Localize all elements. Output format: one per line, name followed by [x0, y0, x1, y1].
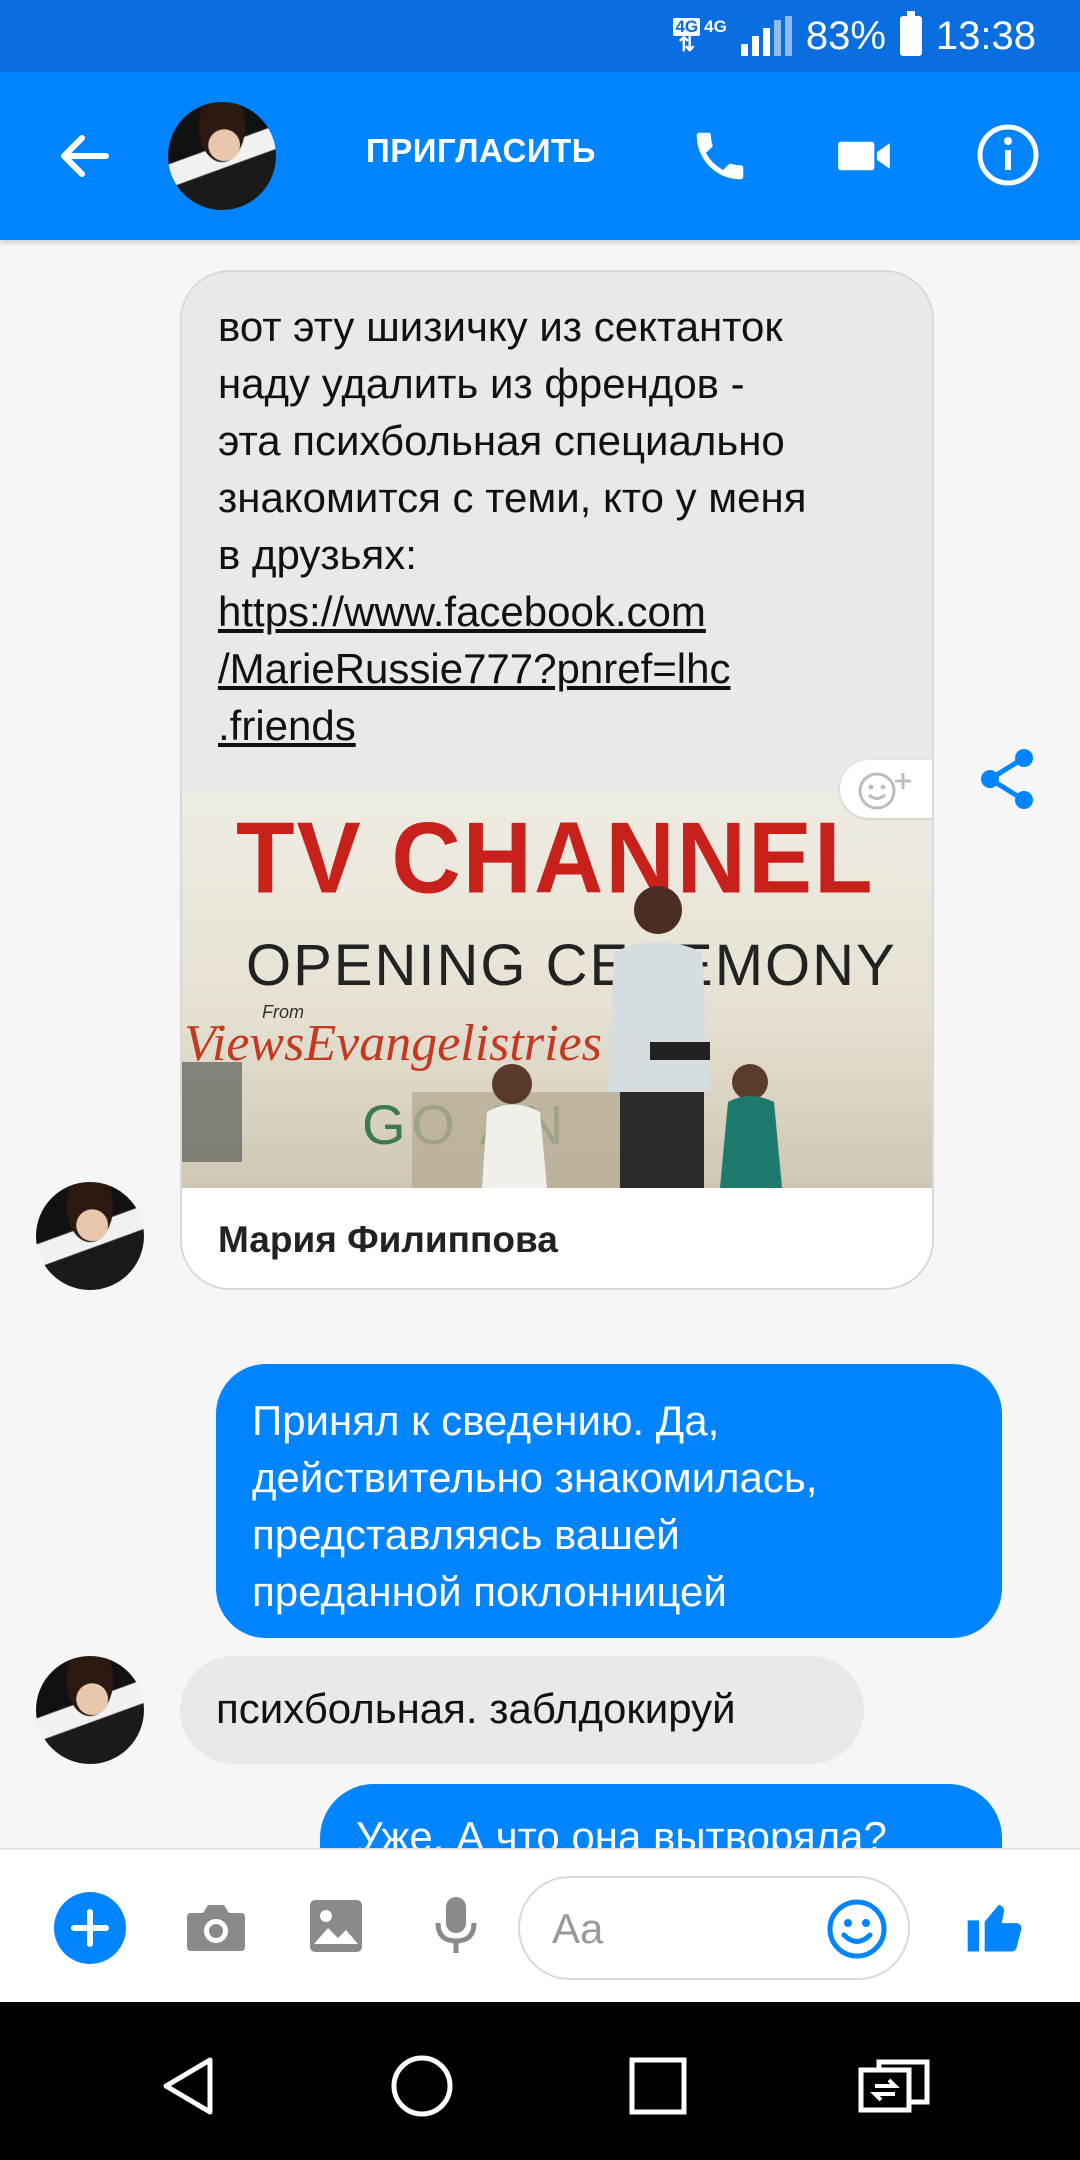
- preview-photo-figures: [182, 886, 782, 1188]
- outgoing-message[interactable]: Принял к сведению. Да, действительно зна…: [216, 1364, 1002, 1638]
- system-navigation-bar: [0, 2002, 1080, 2160]
- clock: 13:38: [935, 13, 1036, 58]
- message-link[interactable]: /MarieRussie777?pnref=lhc: [218, 640, 896, 697]
- network-label-secondary: 4G: [704, 17, 727, 36]
- camera-button[interactable]: [178, 1886, 254, 1966]
- incoming-link-message[interactable]: вот эту шизичку из сектанток наду удалит…: [180, 270, 934, 1290]
- message-line: наду удалить из френдов -: [218, 360, 745, 407]
- message-text: вот эту шизичку из сектанток наду удалит…: [182, 272, 932, 792]
- microphone-icon: [435, 1897, 477, 1953]
- status-bar: 4G ⇅ 4G 83% 13:38: [0, 0, 1080, 72]
- nav-recents-button[interactable]: [618, 2044, 698, 2128]
- link-preview-title: Мария Филиппова: [182, 1188, 932, 1288]
- battery-percent: 83%: [805, 13, 886, 58]
- incoming-message[interactable]: психбольная. заблдокируй: [180, 1656, 864, 1764]
- smiley-plus-icon: [858, 772, 911, 810]
- sender-avatar[interactable]: [36, 1182, 144, 1290]
- message-line: представляясь вашей: [252, 1511, 680, 1558]
- nav-back-button[interactable]: [148, 2046, 228, 2126]
- phone-icon: [696, 132, 744, 180]
- video-call-button[interactable]: [824, 112, 904, 200]
- status-icons: 4G ⇅ 4G 83% 13:38: [673, 0, 1036, 72]
- back-triangle-icon: [163, 2057, 213, 2115]
- message-input-container: [518, 1876, 910, 1980]
- thumbs-up-icon: [967, 1904, 1022, 1952]
- contact-avatar[interactable]: [168, 102, 276, 210]
- voice-message-button[interactable]: [418, 1886, 494, 1966]
- nav-switch-button[interactable]: [852, 2044, 936, 2128]
- message-line: знакомится с теми, кто у меня: [218, 474, 807, 521]
- gallery-button[interactable]: [298, 1886, 374, 1966]
- invite-button[interactable]: ПРИГЛАСИТЬ: [366, 132, 596, 170]
- message-line: эта психбольная специально: [218, 417, 785, 464]
- message-link[interactable]: https://www.facebook.com: [218, 583, 896, 640]
- add-reaction-button[interactable]: [840, 760, 932, 818]
- battery-icon: [899, 11, 922, 56]
- message-line: психбольная. заблдокируй: [216, 1685, 736, 1732]
- home-circle-icon: [391, 2055, 453, 2117]
- link-preview-image[interactable]: TV CHANNEL OPENING CEREMONY From ViewsEv…: [182, 792, 932, 1188]
- emoji-icon: [827, 1899, 887, 1959]
- conversation-header: ПРИГЛАСИТЬ: [0, 72, 1080, 240]
- signal-icon: [740, 16, 792, 56]
- switch-apps-icon: [858, 2059, 930, 2113]
- call-button[interactable]: [680, 112, 760, 200]
- message-composer: [0, 1848, 1080, 2002]
- more-actions-button[interactable]: [54, 1892, 126, 1964]
- sender-avatar[interactable]: [36, 1656, 144, 1764]
- message-line: в друзьях:: [218, 531, 417, 578]
- message-line: Принял к сведению. Да,: [252, 1397, 720, 1444]
- emoji-button[interactable]: [824, 1896, 890, 1962]
- network-indicator: 4G ⇅ 4G: [673, 17, 727, 56]
- message-line: вот эту шизичку из сектанток: [218, 303, 783, 350]
- video-camera-icon: [838, 141, 890, 171]
- message-line: преданной поклонницей: [252, 1568, 727, 1615]
- info-icon: [977, 124, 1039, 186]
- like-button[interactable]: [954, 1884, 1038, 1968]
- message-line: Уже. А что она вытворяла?: [356, 1813, 887, 1848]
- message-input[interactable]: [550, 1900, 804, 1958]
- info-button[interactable]: [966, 110, 1050, 200]
- message-link[interactable]: .friends: [218, 697, 896, 754]
- share-button[interactable]: [978, 746, 1038, 812]
- camera-icon: [187, 1905, 245, 1951]
- message-line: действительно знакомилась,: [252, 1454, 818, 1501]
- plus-icon: [71, 1909, 109, 1947]
- data-arrows-icon: ⇅: [678, 34, 696, 56]
- image-icon: [310, 1900, 362, 1952]
- nav-home-button[interactable]: [380, 2044, 464, 2128]
- back-button[interactable]: [44, 116, 124, 196]
- recents-square-icon: [629, 2057, 687, 2115]
- outgoing-message[interactable]: Уже. А что она вытворяла?: [320, 1784, 1002, 1848]
- back-arrow-icon: [61, 135, 109, 177]
- share-icon: [981, 749, 1033, 809]
